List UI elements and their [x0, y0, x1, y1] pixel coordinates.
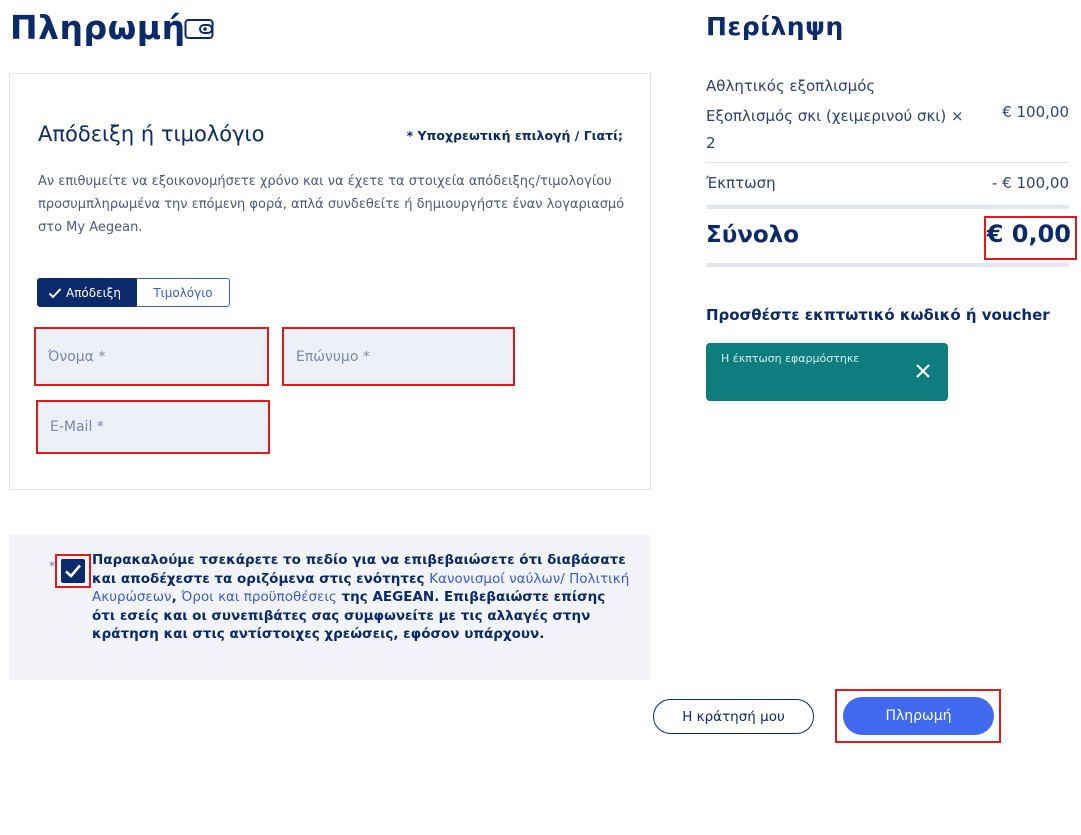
email-field-box	[36, 400, 270, 454]
consent-text: Παρακαλούμε τσεκάρετε το πεδίο για να επ…	[92, 551, 632, 644]
summary-divider-bottom	[706, 263, 1069, 267]
last-name-input[interactable]	[284, 329, 513, 384]
summary-total-label: Σύνολο	[706, 222, 800, 248]
voucher-applied-toast: Η έκπτωση εφαρμόστηκε	[706, 343, 948, 401]
email-input[interactable]	[38, 402, 268, 452]
invoice-toggle-button[interactable]: Τιμολόγιο	[135, 278, 230, 307]
invoice-description: Αν επιθυμείτε να εξοικονομήσετε χρόνο κα…	[38, 174, 625, 235]
receipt-toggle-button[interactable]: Απόδειξη	[37, 278, 135, 307]
first-name-field-box	[34, 327, 269, 386]
receipt-toggle-label: Απόδειξη	[66, 285, 121, 300]
page-title: Πληρωμή	[10, 8, 186, 47]
summary-item-price: € 100,00	[1002, 103, 1069, 121]
invoice-card: Απόδειξη ή τιμολόγιο * Υποχρεωτική επιλο…	[9, 73, 651, 490]
my-booking-button[interactable]: Η κράτησή μου	[653, 699, 814, 734]
summary-discount-value: - € 100,00	[992, 174, 1069, 192]
consent-checkbox[interactable]	[61, 559, 85, 583]
required-note-link[interactable]: * Υποχρεωτική επιλογή / Γιατί;	[407, 128, 623, 143]
summary-discount-label: Έκπτωση	[706, 174, 776, 192]
summary-category: Αθλητικός εξοπλισμός	[706, 77, 876, 95]
voucher-title: Προσθέστε εκπτωτικό κωδικό ή voucher	[706, 306, 1050, 324]
terms-conditions-link[interactable]: Όροι και προϋποθέσεις	[181, 589, 336, 605]
last-name-field-box	[282, 327, 515, 386]
checkmark-icon	[65, 564, 81, 578]
consent-checkbox-highlight	[55, 554, 91, 588]
first-name-input[interactable]	[36, 329, 267, 384]
close-icon[interactable]	[914, 362, 932, 380]
summary-item-label: Εξοπλισμός σκι (χειμερινού σκι) × 2	[706, 107, 964, 152]
consent-panel: * Παρακαλούμε τσεκάρετε το πεδίο για να …	[9, 535, 651, 680]
consent-separator: ,	[171, 589, 182, 605]
pay-button[interactable]: Πληρωμή	[843, 697, 994, 735]
check-icon	[48, 287, 62, 298]
summary-title: Περίληψη	[706, 12, 844, 41]
summary-divider	[706, 162, 1069, 163]
voucher-applied-message: Η έκπτωση εφαρμόστηκε	[721, 352, 860, 365]
invoice-section-title: Απόδειξη ή τιμολόγιο	[38, 122, 265, 146]
summary-divider-thick	[706, 205, 1069, 209]
wallet-icon	[184, 19, 214, 39]
invoice-toggle-label: Τιμολόγιο	[153, 285, 213, 300]
summary-total-value: € 0,00	[986, 220, 1071, 248]
